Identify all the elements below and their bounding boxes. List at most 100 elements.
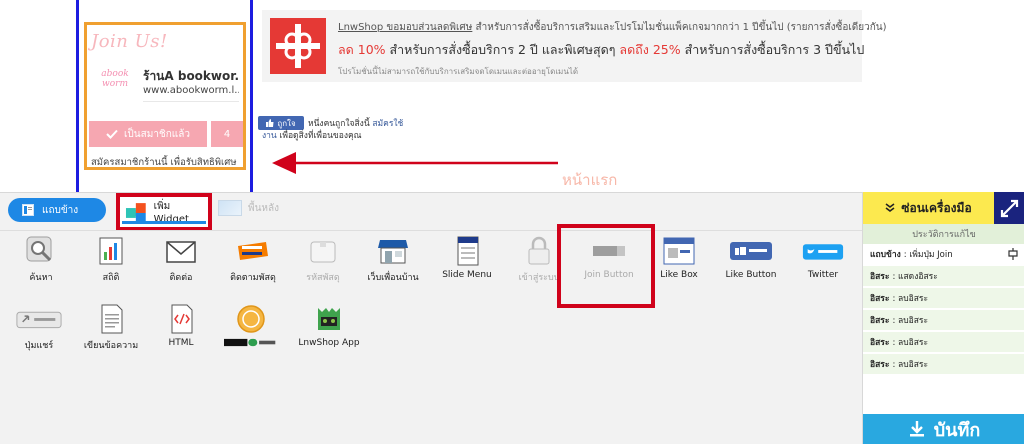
join-note: สมัครสมาชิกร้านนี้ เพื่อรับสิทธิพิเศษ <box>91 157 237 168</box>
join-us-widget[interactable]: Join Us! abook worm ร้านA bookwor... www… <box>84 22 246 170</box>
widget-slide-menu[interactable]: Slide Menu <box>434 236 500 286</box>
widget-label: เว็บเพื่อนบ้าน <box>367 273 419 283</box>
widget-contact[interactable]: ติดต่อ <box>148 236 214 286</box>
promo-line-1-text: สำหรับการสั่งซื้อบริการเสริมและโปรโมไมชั… <box>472 22 887 33</box>
column-guide-left <box>76 0 79 192</box>
history-item[interactable]: อิสระ: ลบอิสระ <box>863 288 1024 309</box>
widget-label: Twitter <box>807 270 839 280</box>
widget-write-text[interactable]: เขียนข้อความ <box>78 304 144 354</box>
lnw-mall-coin-icon <box>237 305 265 333</box>
history-item-section: อิสระ <box>870 294 890 304</box>
widget-twitter[interactable]: Twitter <box>790 236 856 286</box>
column-guide-right <box>250 0 253 192</box>
shop-divider <box>143 101 239 102</box>
sidebar-layout-icon <box>22 204 34 216</box>
active-tab-indicator <box>122 221 206 224</box>
promo-line-2-end: สำหรับการสั่งซื้อบริการ 3 ปีขึ้นไป <box>680 42 865 57</box>
shop-storefront-icon <box>378 240 408 264</box>
store-preview: Join Us! abook worm ร้านA bookwor... www… <box>0 0 1024 192</box>
save-button[interactable]: บันทึก <box>863 414 1024 444</box>
history-item-section: อิสระ <box>870 272 890 282</box>
facebook-like-box-icon <box>663 237 695 265</box>
history-item[interactable]: อิสระ: ลบอิสระ <box>863 332 1024 353</box>
history-item-action: : ลบอิสระ <box>892 360 929 370</box>
history-item-section: แถบข้าง <box>870 250 901 260</box>
parcel-box-icon <box>310 241 336 263</box>
widget-search[interactable]: ค้นหา <box>8 236 74 286</box>
download-icon <box>909 421 924 437</box>
widget-neighbor-sites[interactable]: เว็บเพื่อนบ้าน <box>360 236 426 286</box>
promo-banner: LnwShop ขอมอบส่วนลดพิเศษ สำหรับการสั่งซื… <box>262 10 887 82</box>
history-item[interactable]: อิสระ: ลบอิสระ <box>863 310 1024 331</box>
promo-discount-2: ลดถึง 25% <box>619 42 681 57</box>
track-trace-icon <box>238 242 268 260</box>
history-item-action: : ลบอิสระ <box>892 294 929 304</box>
member-count: 4 <box>211 121 243 147</box>
widget-parcel-code[interactable]: รหัสพัสดุ <box>290 236 356 286</box>
widget-label: ค้นหา <box>29 273 53 283</box>
join-us-title: Join Us! <box>91 31 168 52</box>
history-item[interactable]: อิสระ: แสดงอิสระ <box>863 266 1024 287</box>
lnw-mall-wordmark-icon <box>224 338 276 347</box>
widget-like-button[interactable]: Like Button <box>718 236 784 286</box>
envelope-icon <box>166 241 196 263</box>
background-image-icon <box>218 200 242 216</box>
like-subtext-rest: เพื่อดูสิ่งที่เพื่อนของคุณ <box>276 131 362 141</box>
widget-label: รหัสพัสดุ <box>306 273 340 283</box>
history-item[interactable]: แถบข้าง: เพิ่มปุ่ม Join <box>863 244 1024 265</box>
promo-line-1: LnwShop ขอมอบส่วนลดพิเศษ สำหรับการสั่งซื… <box>338 20 887 35</box>
pin-icon <box>1008 248 1018 260</box>
padlock-icon <box>528 236 550 265</box>
page-root: Join Us! abook worm ร้านA bookwor... www… <box>0 0 1024 444</box>
history-item-action: : ลบอิสระ <box>892 316 929 326</box>
widget-html[interactable]: HTML <box>148 304 214 354</box>
signup-link[interactable]: สมัครใช้ <box>372 119 403 129</box>
widget-lnw-mall[interactable] <box>218 304 284 354</box>
widget-like-box[interactable]: Like Box <box>646 236 712 286</box>
double-chevron-down-icon <box>885 203 895 212</box>
tab-divider <box>0 230 862 231</box>
promo-link[interactable]: LnwShop ขอมอบส่วนลดพิเศษ <box>338 22 472 33</box>
save-button-label: บันทึก <box>933 419 981 441</box>
promo-line-3: โปรโมชั่นนี้ไม่สามารถใช้กับบริการเสริมจด… <box>338 67 579 76</box>
expand-arrows-icon <box>1000 199 1019 218</box>
member-button[interactable]: เป็นสมาชิกแล้ว <box>89 121 207 147</box>
hide-tools-button[interactable]: ซ่อนเครื่องมือ <box>863 192 994 224</box>
widget-label: LnwShop App <box>298 338 360 348</box>
widget-share-button[interactable]: ปุ่มแชร์ <box>6 304 72 354</box>
widget-label: สถิติ <box>102 273 120 283</box>
tab-sidebar[interactable]: แถบข้าง <box>8 198 106 222</box>
checkmark-icon <box>106 129 118 139</box>
magnifier-icon <box>26 236 52 262</box>
facebook-like-subtext: งาน เพื่อดูสิ่งที่เพื่อนของคุณ <box>262 128 362 142</box>
facebook-like-button-icon <box>730 242 772 260</box>
signup-link-cont[interactable]: งาน <box>262 131 277 141</box>
history-item-section: อิสระ <box>870 316 890 326</box>
tab-sidebar-label: แถบข้าง <box>42 204 79 216</box>
member-button-label: เป็นสมาชิกแล้ว <box>124 128 190 140</box>
expand-button[interactable] <box>994 192 1024 224</box>
widget-label: Like Button <box>725 270 777 280</box>
shop-url: www.abookworm.l... <box>143 85 239 96</box>
history-item-action: : เพิ่มปุ่ม Join <box>903 250 953 260</box>
twitter-tweet-icon <box>802 244 844 260</box>
widget-label: HTML <box>168 338 194 348</box>
tab-background[interactable]: พื้นหลัง <box>218 200 279 216</box>
widget-label: ติดต่อ <box>169 273 193 283</box>
history-item[interactable]: อิสระ: ลบอิสระ <box>863 354 1024 375</box>
widget-label: Slide Menu <box>442 270 492 280</box>
share-button-icon <box>16 311 62 329</box>
red-arrow-icon <box>272 152 558 174</box>
widget-lnwshop-app[interactable]: LnwShop App <box>296 304 362 354</box>
widget-label: ปุ่มแชร์ <box>24 341 54 351</box>
document-text-icon <box>101 304 123 334</box>
shop-logo: abook worm <box>101 69 129 89</box>
widget-track-parcel[interactable]: ติดตามพัสดุ <box>220 236 286 286</box>
home-label: หน้าแรก <box>562 171 618 189</box>
promo-discount-1: ลด 10% <box>338 42 386 57</box>
widget-statistics[interactable]: สถิติ <box>78 236 144 286</box>
tab-add-widget[interactable]: เพิ่ม Widget <box>116 193 212 231</box>
hide-tools-label: ซ่อนเครื่องมือ <box>901 200 972 215</box>
statistics-chart-icon <box>99 237 123 265</box>
slide-menu-icon <box>457 236 479 266</box>
